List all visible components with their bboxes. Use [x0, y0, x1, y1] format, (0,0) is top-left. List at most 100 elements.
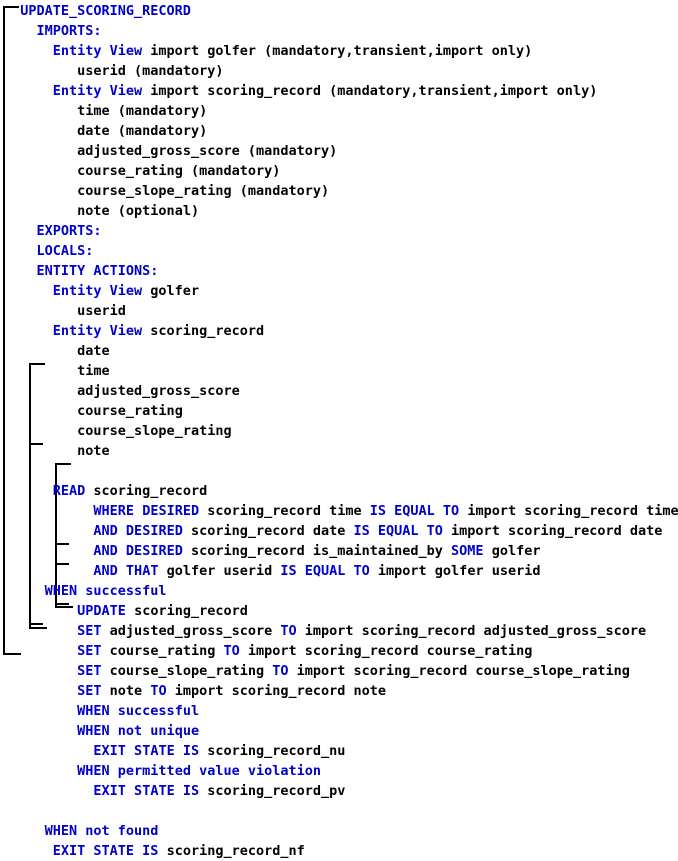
code-keyword: Entity View: [52, 43, 143, 59]
code-identifier: note: [77, 443, 110, 459]
code-identifier: scoring_record: [125, 603, 248, 619]
update-bracket-top-hook: [57, 463, 71, 465]
code-keyword: EXIT STATE IS: [93, 783, 200, 799]
code-identifier: userid: [77, 303, 126, 319]
code-identifier: scoring_record date: [182, 523, 354, 539]
code-identifier: import scoring_record course_slope_ratin…: [288, 663, 630, 679]
code-identifier: golfer userid: [158, 563, 281, 579]
code-line: note (optional): [77, 201, 199, 221]
code-keyword: WHEN permitted value violation: [77, 763, 321, 779]
code-identifier: date: [77, 343, 110, 359]
action-diagram: UPDATE_SCORING_RECORD IMPORTS: Entity View…: [0, 0, 678, 859]
update-branch-tick-when-successful: [55, 543, 69, 545]
code-keyword: TO: [150, 683, 167, 699]
code-identifier: golfer: [483, 543, 541, 559]
code-keyword: WHEN successful: [77, 703, 200, 719]
code-line: date: [77, 341, 110, 361]
code-identifier: import scoring_record date: [442, 523, 663, 539]
code-keyword: LOCALS:: [36, 243, 94, 259]
code-keyword: UPDATE_SCORING_RECORD: [20, 3, 191, 19]
code-line: IMPORTS:: [37, 21, 102, 41]
code-line: AND DESIRED scoring_record is_maintained…: [93, 541, 540, 561]
code-keyword: UPDATE: [77, 603, 126, 619]
code-keyword: SET: [77, 663, 102, 679]
code-identifier: course_rating: [101, 643, 224, 659]
code-line: SET course_slope_rating TO import scorin…: [77, 661, 630, 681]
code-line: EXIT STATE IS scoring_record_pv: [93, 781, 345, 801]
code-identifier: date (mandatory): [77, 123, 208, 139]
code-identifier: scoring_record: [142, 323, 265, 339]
code-line: AND THAT golfer userid IS EQUAL TO impor…: [93, 561, 540, 581]
code-line: date (mandatory): [77, 121, 207, 141]
code-line: EXIT STATE IS scoring_record_nu: [93, 741, 345, 761]
code-keyword: TO: [280, 623, 297, 639]
code-line: WHERE DESIRED scoring_record time IS EQU…: [93, 501, 678, 521]
code-keyword: WHEN successful: [44, 583, 167, 599]
code-line: userid (mandatory): [77, 61, 223, 81]
code-line: SET note TO import scoring_record note: [77, 681, 386, 701]
procedure-bracket-bottom-hook: [5, 653, 21, 655]
code-identifier: course_slope_rating: [77, 423, 232, 439]
code-line: SET course_rating TO import scoring_reco…: [77, 641, 532, 661]
code-line: userid: [77, 301, 126, 321]
code-identifier: import scoring_record (mandatory,transie…: [142, 83, 598, 99]
code-identifier: scoring_record time: [199, 503, 370, 519]
code-identifier: import scoring_record adjusted_gross_sco…: [296, 623, 647, 639]
code-line: READ scoring_record: [53, 481, 207, 501]
update-branch-tick-when-not-unique: [55, 563, 69, 565]
code-identifier: scoring_record_pv: [199, 783, 346, 799]
code-line: Entity View golfer: [53, 281, 199, 301]
code-keyword: AND DESIRED: [93, 523, 183, 539]
code-line: EXPORTS:: [37, 221, 102, 241]
code-identifier: course_slope_rating (mandatory): [77, 183, 330, 199]
code-keyword: Entity View: [52, 83, 143, 99]
read-branch-tick-when-not-found: [29, 623, 43, 625]
code-keyword: IS EQUAL TO: [280, 563, 370, 579]
code-line: LOCALS:: [37, 241, 94, 261]
code-keyword: WHEN not unique: [77, 723, 200, 739]
code-line: WHEN not unique: [77, 721, 199, 741]
code-line: WHEN successful: [45, 581, 167, 601]
read-branch-tick-when-successful: [29, 443, 43, 445]
code-identifier: userid (mandatory): [77, 63, 224, 79]
code-keyword: TO: [272, 663, 289, 679]
code-line: WHEN successful: [77, 701, 199, 721]
code-keyword: SOME: [451, 543, 484, 559]
code-line: SET adjusted_gross_score TO import scori…: [77, 621, 646, 641]
code-identifier: course_slope_rating: [101, 663, 273, 679]
code-keyword: AND THAT: [93, 563, 159, 579]
code-line: adjusted_gross_score (mandatory): [77, 141, 337, 161]
code-identifier: import golfer (mandatory,transient,impor…: [142, 43, 533, 59]
code-identifier: import scoring_record course_rating: [239, 643, 533, 659]
code-identifier: import scoring_record time: [459, 503, 678, 519]
code-identifier: import golfer userid: [369, 563, 541, 579]
code-identifier: course_rating (mandatory): [77, 163, 281, 179]
code-identifier: time: [77, 363, 110, 379]
code-keyword: IS EQUAL TO: [369, 503, 460, 519]
code-keyword: IMPORTS:: [36, 23, 102, 39]
code-keyword: TO: [223, 643, 240, 659]
code-line: UPDATE scoring_record: [77, 601, 248, 621]
update-bracket-bottom-hook: [57, 606, 73, 608]
code-line: EXIT STATE IS scoring_record_nf: [53, 841, 305, 861]
code-line: Entity View import scoring_record (manda…: [53, 81, 598, 101]
code-identifier: course_rating: [77, 403, 183, 419]
code-line: Entity View import golfer (mandatory,tra…: [53, 41, 533, 61]
code-identifier: scoring_record_nu: [199, 743, 346, 759]
code-identifier: time (mandatory): [77, 103, 208, 119]
code-keyword: EXPORTS:: [36, 223, 102, 239]
code-keyword: SET: [77, 623, 102, 639]
code-identifier: scoring_record: [85, 483, 208, 499]
code-keyword: Entity View: [52, 323, 143, 339]
procedure-bracket: [3, 6, 21, 655]
code-keyword: IS EQUAL TO: [353, 523, 443, 539]
code-line: WHEN not found: [45, 821, 159, 841]
read-block-bracket: [29, 363, 47, 629]
code-keyword: WHERE DESIRED: [93, 503, 200, 519]
code-keyword: AND DESIRED: [93, 543, 183, 559]
update-branch-tick-when-pv-violation: [55, 603, 69, 605]
code-keyword: EXIT STATE IS: [52, 843, 159, 859]
code-keyword: SET: [77, 643, 102, 659]
code-keyword: READ: [52, 483, 86, 499]
